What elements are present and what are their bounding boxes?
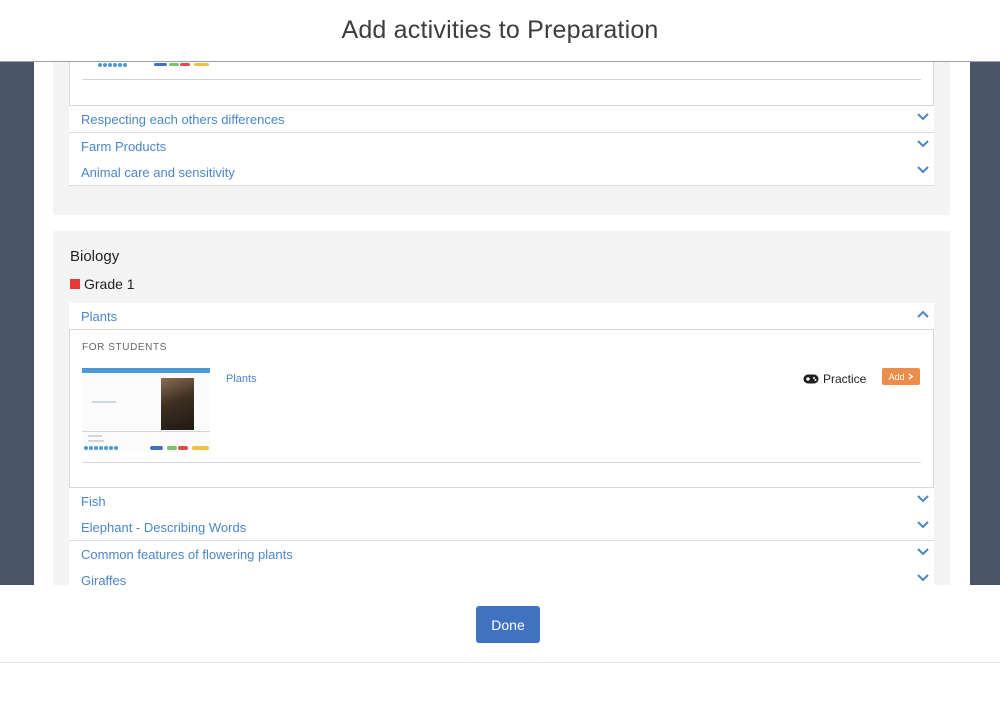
accordion-row[interactable]: Common features of flowering plants: [69, 541, 934, 568]
accordion-row[interactable]: Farm Products: [69, 133, 934, 160]
accordion-row[interactable]: Respecting each others differences: [69, 106, 934, 133]
activity-mode: Practice: [803, 372, 866, 386]
divider: [82, 462, 921, 463]
accordion-row-expanded[interactable]: Plants: [69, 303, 934, 330]
accordion-row[interactable]: Fish: [69, 488, 934, 515]
previous-activity-box: [69, 62, 934, 106]
chevron-right-icon: [907, 373, 913, 380]
activity-mode-label: Practice: [823, 372, 867, 386]
modal-footer: Done: [0, 585, 1000, 663]
accordion-row-label[interactable]: Farm Products: [81, 139, 166, 154]
done-button[interactable]: Done: [476, 606, 540, 643]
chevron-down-icon[interactable]: [916, 571, 930, 585]
activity-thumbnail[interactable]: [82, 368, 210, 452]
accordion-row-label[interactable]: Giraffes: [81, 573, 126, 585]
activity-panel: FOR STUDENTS Plants Practice Add: [69, 329, 934, 488]
previous-section-card: Respecting each others differences Farm …: [53, 62, 950, 215]
accordion-row-label[interactable]: Animal care and sensitivity: [81, 165, 235, 180]
chevron-down-icon[interactable]: [916, 163, 930, 177]
chevron-down-icon[interactable]: [916, 110, 930, 124]
thumb-dots: [84, 446, 118, 450]
chevron-up-icon[interactable]: [916, 307, 930, 321]
modal-body[interactable]: Respecting each others differences Farm …: [34, 62, 970, 585]
section-title: Biology: [70, 248, 120, 265]
plant-photo: [161, 378, 194, 430]
thumb-dots: [98, 63, 127, 67]
add-activity-button[interactable]: Add: [882, 368, 920, 385]
gamepad-icon: [803, 374, 819, 384]
grade-color-swatch: [70, 279, 80, 289]
accordion-row-label[interactable]: Fish: [81, 494, 106, 509]
modal-backdrop: Respecting each others differences Farm …: [0, 62, 1000, 585]
divider: [82, 79, 921, 80]
grade-label: Grade 1: [70, 276, 135, 292]
chevron-down-icon[interactable]: [916, 518, 930, 532]
accordion-row[interactable]: Giraffes: [69, 567, 934, 585]
activity-title-link[interactable]: Plants: [226, 373, 257, 385]
accordion-row-label[interactable]: Common features of flowering plants: [81, 547, 293, 562]
accordion-row-label[interactable]: Respecting each others differences: [81, 112, 285, 127]
accordion-row-label[interactable]: Elephant - Describing Words: [81, 520, 246, 535]
biology-section-card: Biology Grade 1 Plants FOR STUDENTS Plan…: [53, 231, 950, 585]
chevron-down-icon[interactable]: [916, 545, 930, 559]
modal-title: Add activities to Preparation: [341, 16, 659, 44]
accordion-row-label[interactable]: Plants: [81, 309, 117, 324]
chevron-down-icon[interactable]: [916, 137, 930, 151]
modal-header: Add activities to Preparation: [0, 0, 1000, 62]
chevron-down-icon[interactable]: [916, 492, 930, 506]
accordion-row[interactable]: Elephant - Describing Words: [69, 514, 934, 541]
accordion-row[interactable]: Animal care and sensitivity: [69, 159, 934, 186]
audience-label: FOR STUDENTS: [82, 342, 167, 353]
add-button-label: Add: [888, 371, 905, 382]
grade-text: Grade 1: [84, 276, 135, 292]
